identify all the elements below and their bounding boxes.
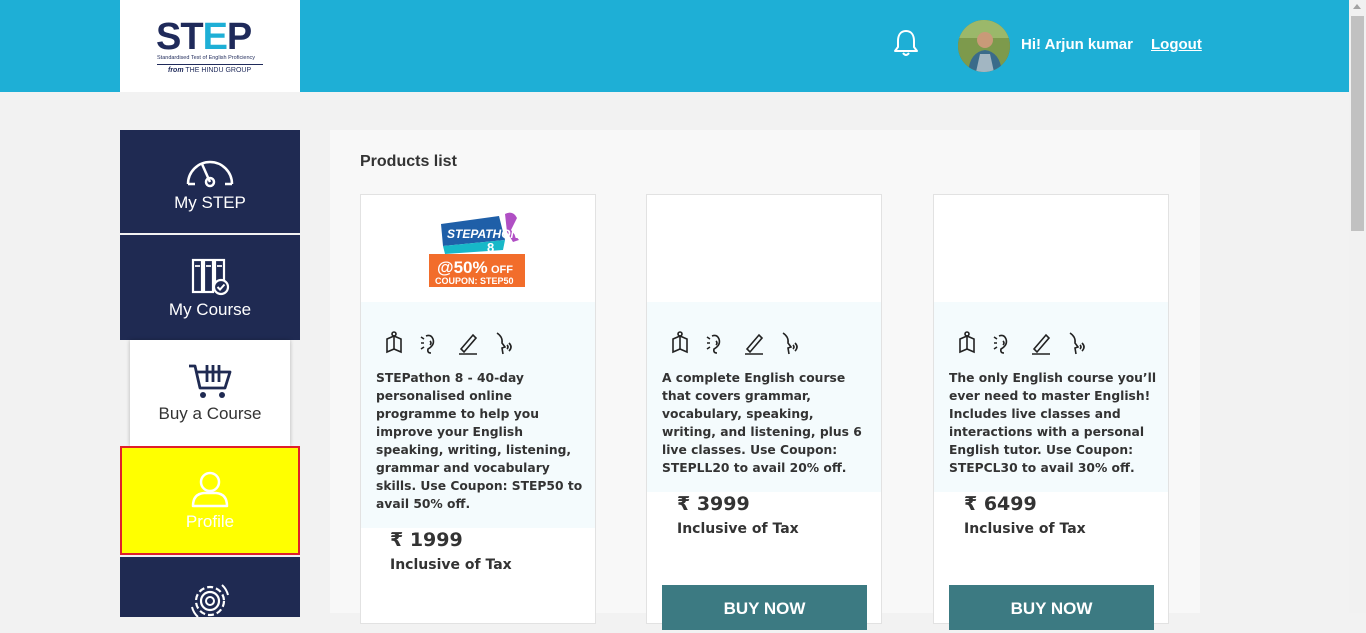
- step-logo[interactable]: STEP Standardised Test of English Profic…: [120, 0, 300, 92]
- logo-from: from THE HINDU GROUP: [168, 67, 252, 74]
- sidebar-item-settings[interactable]: [120, 557, 300, 618]
- product-card-body: The only English course you’ll ever need…: [934, 302, 1168, 492]
- svg-text:STEPATHON: STEPATHON: [447, 227, 520, 241]
- reading-book-icon: [672, 331, 688, 354]
- tax-note: Inclusive of Tax: [677, 521, 799, 537]
- scroll-up-arrow-icon[interactable]: [1353, 4, 1361, 9]
- buy-now-button[interactable]: BUY NOW: [662, 585, 867, 630]
- svg-text:8: 8: [487, 240, 494, 255]
- reading-book-icon: [959, 331, 975, 354]
- logo-divider: [157, 64, 263, 65]
- product-description: STEPathon 8 - 40-day personalised online…: [376, 371, 583, 511]
- stepathon-promo-banner: STEPATHON 8 @50% OFF COUPON: STEP50: [429, 212, 525, 287]
- writing-pen-icon: [459, 333, 478, 355]
- sidebar-item-label: Buy a Course: [158, 404, 262, 423]
- listening-ear-icon: [993, 334, 1008, 354]
- speaking-head-icon: [1069, 332, 1085, 355]
- product-card-body: STEPathon 8 - 40-day personalised online…: [361, 302, 595, 528]
- product-card[interactable]: STEPATHON 8 @50% OFF COUPON: STEP50 STEP…: [360, 194, 596, 624]
- sidebar-item-my-course[interactable]: My Course: [120, 235, 300, 340]
- page-title: Products list: [360, 153, 457, 170]
- tax-note: Inclusive of Tax: [390, 557, 512, 573]
- sidebar-item-my-step[interactable]: My STEP: [120, 130, 300, 233]
- speaking-head-icon: [782, 332, 798, 355]
- writing-pen-icon: [745, 333, 764, 355]
- shopping-cart-icon: [189, 364, 232, 398]
- user-greeting: Hi! Arjun kumar: [1021, 36, 1133, 53]
- sidebar-item-profile[interactable]: Profile: [120, 446, 300, 555]
- books-check-icon: [191, 258, 230, 296]
- tax-note: Inclusive of Tax: [964, 521, 1086, 537]
- product-price: ₹ 1999: [390, 529, 463, 551]
- avatar[interactable]: [958, 20, 1010, 72]
- product-card[interactable]: A complete English course that covers gr…: [646, 194, 882, 630]
- user-icon: [191, 471, 229, 508]
- product-price: ₹ 3999: [677, 493, 750, 515]
- reading-book-icon: [386, 331, 402, 354]
- skill-icons: [386, 331, 512, 355]
- logo-wordmark: STEP: [156, 16, 252, 58]
- speedometer-icon: [186, 160, 234, 188]
- sidebar-item-label: My STEP: [174, 193, 246, 212]
- product-card[interactable]: The only English course you’ll ever need…: [933, 194, 1169, 630]
- sidebar-item-label: My Course: [168, 300, 252, 319]
- skill-icons: [959, 331, 1085, 355]
- buy-now-button[interactable]: BUY NOW: [949, 585, 1154, 630]
- product-price: ₹ 6499: [964, 493, 1037, 515]
- writing-pen-icon: [1032, 333, 1051, 355]
- notification-bell-icon[interactable]: [892, 28, 920, 58]
- svg-text:OFF: OFF: [491, 264, 513, 276]
- svg-text:@50%: @50%: [437, 258, 488, 277]
- sidebar-item-label: Profile: [185, 512, 235, 531]
- logo-tagline: Standardised Test of English Proficiency: [157, 55, 256, 61]
- product-description: The only English course you’ll ever need…: [949, 371, 1157, 475]
- gear-icon: [191, 584, 229, 618]
- product-description: A complete English course that covers gr…: [662, 371, 862, 475]
- listening-ear-icon: [706, 334, 721, 354]
- product-image: [934, 195, 1168, 302]
- product-image: [647, 195, 881, 302]
- skill-icons: [672, 331, 798, 355]
- logout-link[interactable]: Logout: [1151, 36, 1202, 53]
- product-image: STEPATHON 8 @50% OFF COUPON: STEP50: [361, 195, 595, 302]
- svg-text:COUPON: STEP50: COUPON: STEP50: [435, 276, 514, 286]
- scrollbar-thumb[interactable]: [1351, 16, 1364, 231]
- sidebar-item-buy-a-course[interactable]: Buy a Course: [130, 340, 290, 446]
- listening-ear-icon: [420, 334, 435, 354]
- speaking-head-icon: [496, 332, 512, 355]
- product-card-body: A complete English course that covers gr…: [647, 302, 881, 492]
